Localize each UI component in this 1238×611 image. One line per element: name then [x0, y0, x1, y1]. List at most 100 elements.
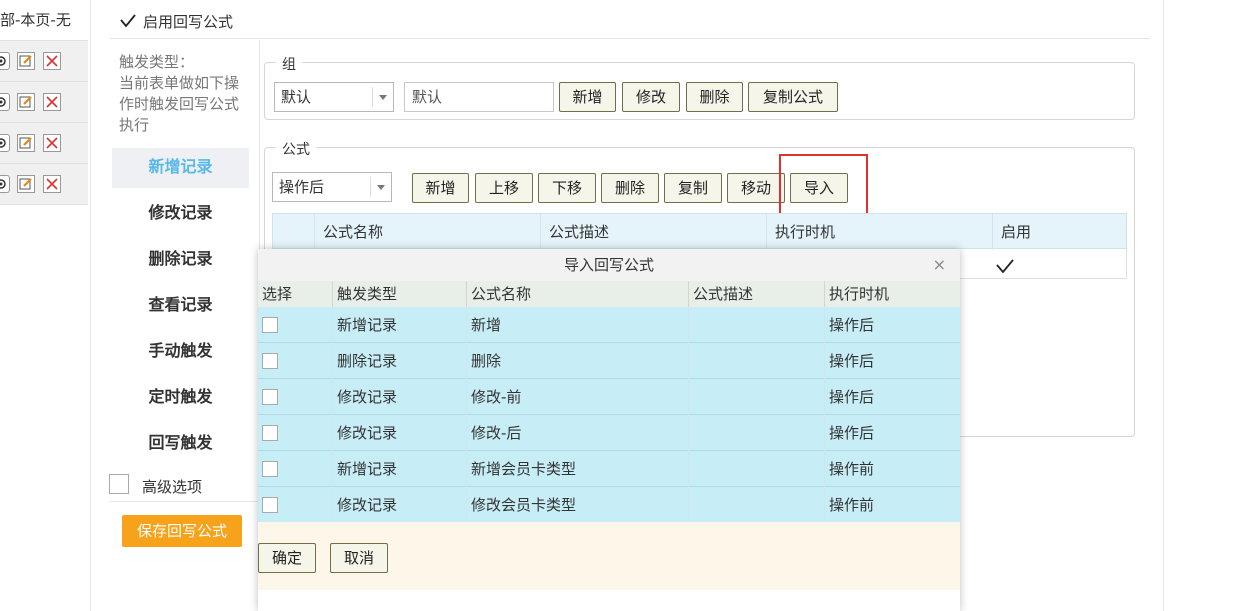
enabled-checkbox[interactable] — [995, 257, 1015, 275]
sidebar-item-add-record[interactable]: 新增记录 — [112, 148, 249, 188]
eye-icon[interactable] — [0, 134, 10, 152]
formula-move-button[interactable]: 移动 — [727, 173, 785, 203]
formula-table-col-timing: 执行时机 — [767, 214, 993, 250]
import-table-row[interactable]: 修改记录 修改-后 操作后 — [258, 415, 960, 451]
row-select-checkbox[interactable] — [262, 389, 278, 405]
row-trigger-type: 修改记录 — [333, 415, 467, 451]
group-legend: 组 — [276, 54, 302, 74]
col-formula-name: 公式名称 — [467, 281, 689, 307]
formula-table-col-blank — [273, 214, 315, 250]
row-select-cell — [258, 415, 333, 451]
formula-copy-button[interactable]: 复制 — [664, 173, 722, 203]
import-table-row[interactable]: 修改记录 修改会员卡类型 操作前 — [258, 487, 960, 523]
edit-icon[interactable] — [17, 134, 35, 152]
eye-icon[interactable] — [0, 52, 10, 70]
import-table-row[interactable]: 修改记录 修改-前 操作后 — [258, 379, 960, 415]
col-timing: 执行时机 — [829, 285, 890, 303]
delete-icon[interactable] — [43, 52, 61, 70]
enable-formula-checkbox[interactable] — [119, 12, 137, 30]
dialog-footer: 确定 取消 — [258, 522, 960, 590]
save-formula-button[interactable]: 保存回写公式 — [122, 515, 242, 547]
row-formula-name: 删除 — [467, 343, 689, 379]
formula-table-col-name: 公式名称 — [315, 214, 541, 250]
row-formula-desc — [689, 451, 825, 487]
formula-add-button[interactable]: 新增 — [412, 173, 469, 203]
row-trigger-type: 修改记录 — [333, 487, 467, 523]
sidebar-item-writeback-trigger[interactable]: 回写触发 — [112, 424, 249, 464]
row-timing: 操作前 — [829, 460, 875, 478]
formula-table-header: 公式名称 公式描述 执行时机 启用 — [272, 213, 1127, 250]
advanced-options-label: 高级选项 — [142, 478, 203, 496]
group-name-input[interactable]: 默认 — [404, 82, 554, 112]
row-select-cell — [258, 487, 333, 523]
trigger-description: 触发类型： 当前表单做如下操 作时触发回写公式 执行 — [119, 52, 254, 136]
row-select-checkbox[interactable] — [262, 461, 278, 477]
group-edit-button[interactable]: 修改 — [622, 82, 680, 112]
import-table-row[interactable]: 新增记录 新增 操作后 — [258, 307, 960, 343]
sidebar-item-edit-record[interactable]: 修改记录 — [112, 194, 249, 234]
import-table-header: 选择 触发类型 公式名称 公式描述 执行时机 — [258, 281, 960, 307]
left-record-list: 部-本页-无 — [0, 0, 90, 611]
row-select-cell — [258, 307, 333, 343]
copy-formula-button[interactable]: 复制公式 — [748, 82, 838, 112]
row-timing: 操作前 — [829, 496, 875, 514]
import-table-row[interactable]: 新增记录 新增会员卡类型 操作前 — [258, 451, 960, 487]
group-select[interactable]: 默认 — [274, 82, 394, 112]
left-list-row — [0, 82, 88, 123]
sidebar-item-view-record[interactable]: 查看记录 — [112, 286, 249, 326]
delete-icon[interactable] — [43, 93, 61, 111]
eye-icon[interactable] — [0, 175, 10, 193]
advanced-options-checkbox[interactable] — [109, 474, 129, 494]
group-delete-button[interactable]: 删除 — [686, 82, 743, 112]
import-table-row[interactable]: 删除记录 删除 操作后 — [258, 343, 960, 379]
timing-select[interactable]: 操作后 — [272, 172, 392, 202]
col-select: 选择 — [258, 281, 333, 307]
cancel-button[interactable]: 取消 — [330, 543, 388, 573]
row-timing: 操作后 — [829, 352, 875, 370]
close-icon[interactable]: × — [933, 249, 946, 281]
col-formula-desc: 公式描述 — [689, 281, 825, 307]
sidebar-item-delete-record[interactable]: 删除记录 — [112, 240, 249, 280]
edit-icon[interactable] — [17, 52, 35, 70]
eye-icon[interactable] — [0, 93, 10, 111]
row-formula-desc — [689, 307, 825, 343]
formula-legend: 公式 — [276, 139, 316, 159]
import-highlight-box — [779, 154, 868, 215]
confirm-button[interactable]: 确定 — [258, 543, 316, 573]
row-formula-desc — [689, 343, 825, 379]
row-select-checkbox[interactable] — [262, 317, 278, 333]
edit-icon[interactable] — [17, 175, 35, 193]
row-select-checkbox[interactable] — [262, 353, 278, 369]
enable-formula-label: 启用回写公式 — [143, 13, 234, 31]
row-formula-name: 新增 — [467, 307, 689, 343]
formula-table-col-enabled: 启用 — [1001, 223, 1032, 241]
formula-delete-button[interactable]: 删除 — [601, 173, 659, 203]
move-up-button[interactable]: 上移 — [475, 173, 533, 203]
import-formula-dialog: 导入回写公式 × 选择 触发类型 公式名称 公式描述 执行时机 新增记录 新增 操作… — [258, 249, 960, 611]
left-list-header-text: 部-本页-无 — [0, 11, 71, 29]
left-list-row — [0, 164, 88, 205]
divider — [110, 501, 260, 502]
col-trigger-type: 触发类型 — [333, 281, 467, 307]
check-icon — [996, 259, 1014, 274]
dialog-title: 导入回写公式 — [258, 249, 960, 282]
divider — [110, 38, 1150, 39]
group-select-value: 默认 — [281, 88, 312, 106]
group-add-button[interactable]: 新增 — [559, 82, 616, 112]
move-down-button[interactable]: 下移 — [538, 173, 596, 203]
delete-icon[interactable] — [43, 134, 61, 152]
trigger-desc-line: 触发类型： — [119, 53, 195, 71]
row-select-cell — [258, 379, 333, 415]
row-timing: 操作后 — [829, 388, 875, 406]
edit-icon[interactable] — [17, 93, 35, 111]
trigger-desc-line: 执行 — [119, 116, 150, 134]
delete-icon[interactable] — [43, 175, 61, 193]
sidebar-item-manual-trigger[interactable]: 手动触发 — [112, 332, 249, 372]
check-icon — [120, 14, 136, 28]
row-select-checkbox[interactable] — [262, 497, 278, 513]
row-select-checkbox[interactable] — [262, 425, 278, 441]
row-formula-desc — [689, 487, 825, 523]
left-list-row — [0, 41, 88, 82]
row-select-cell — [258, 343, 333, 379]
sidebar-item-scheduled-trigger[interactable]: 定时触发 — [112, 378, 249, 418]
